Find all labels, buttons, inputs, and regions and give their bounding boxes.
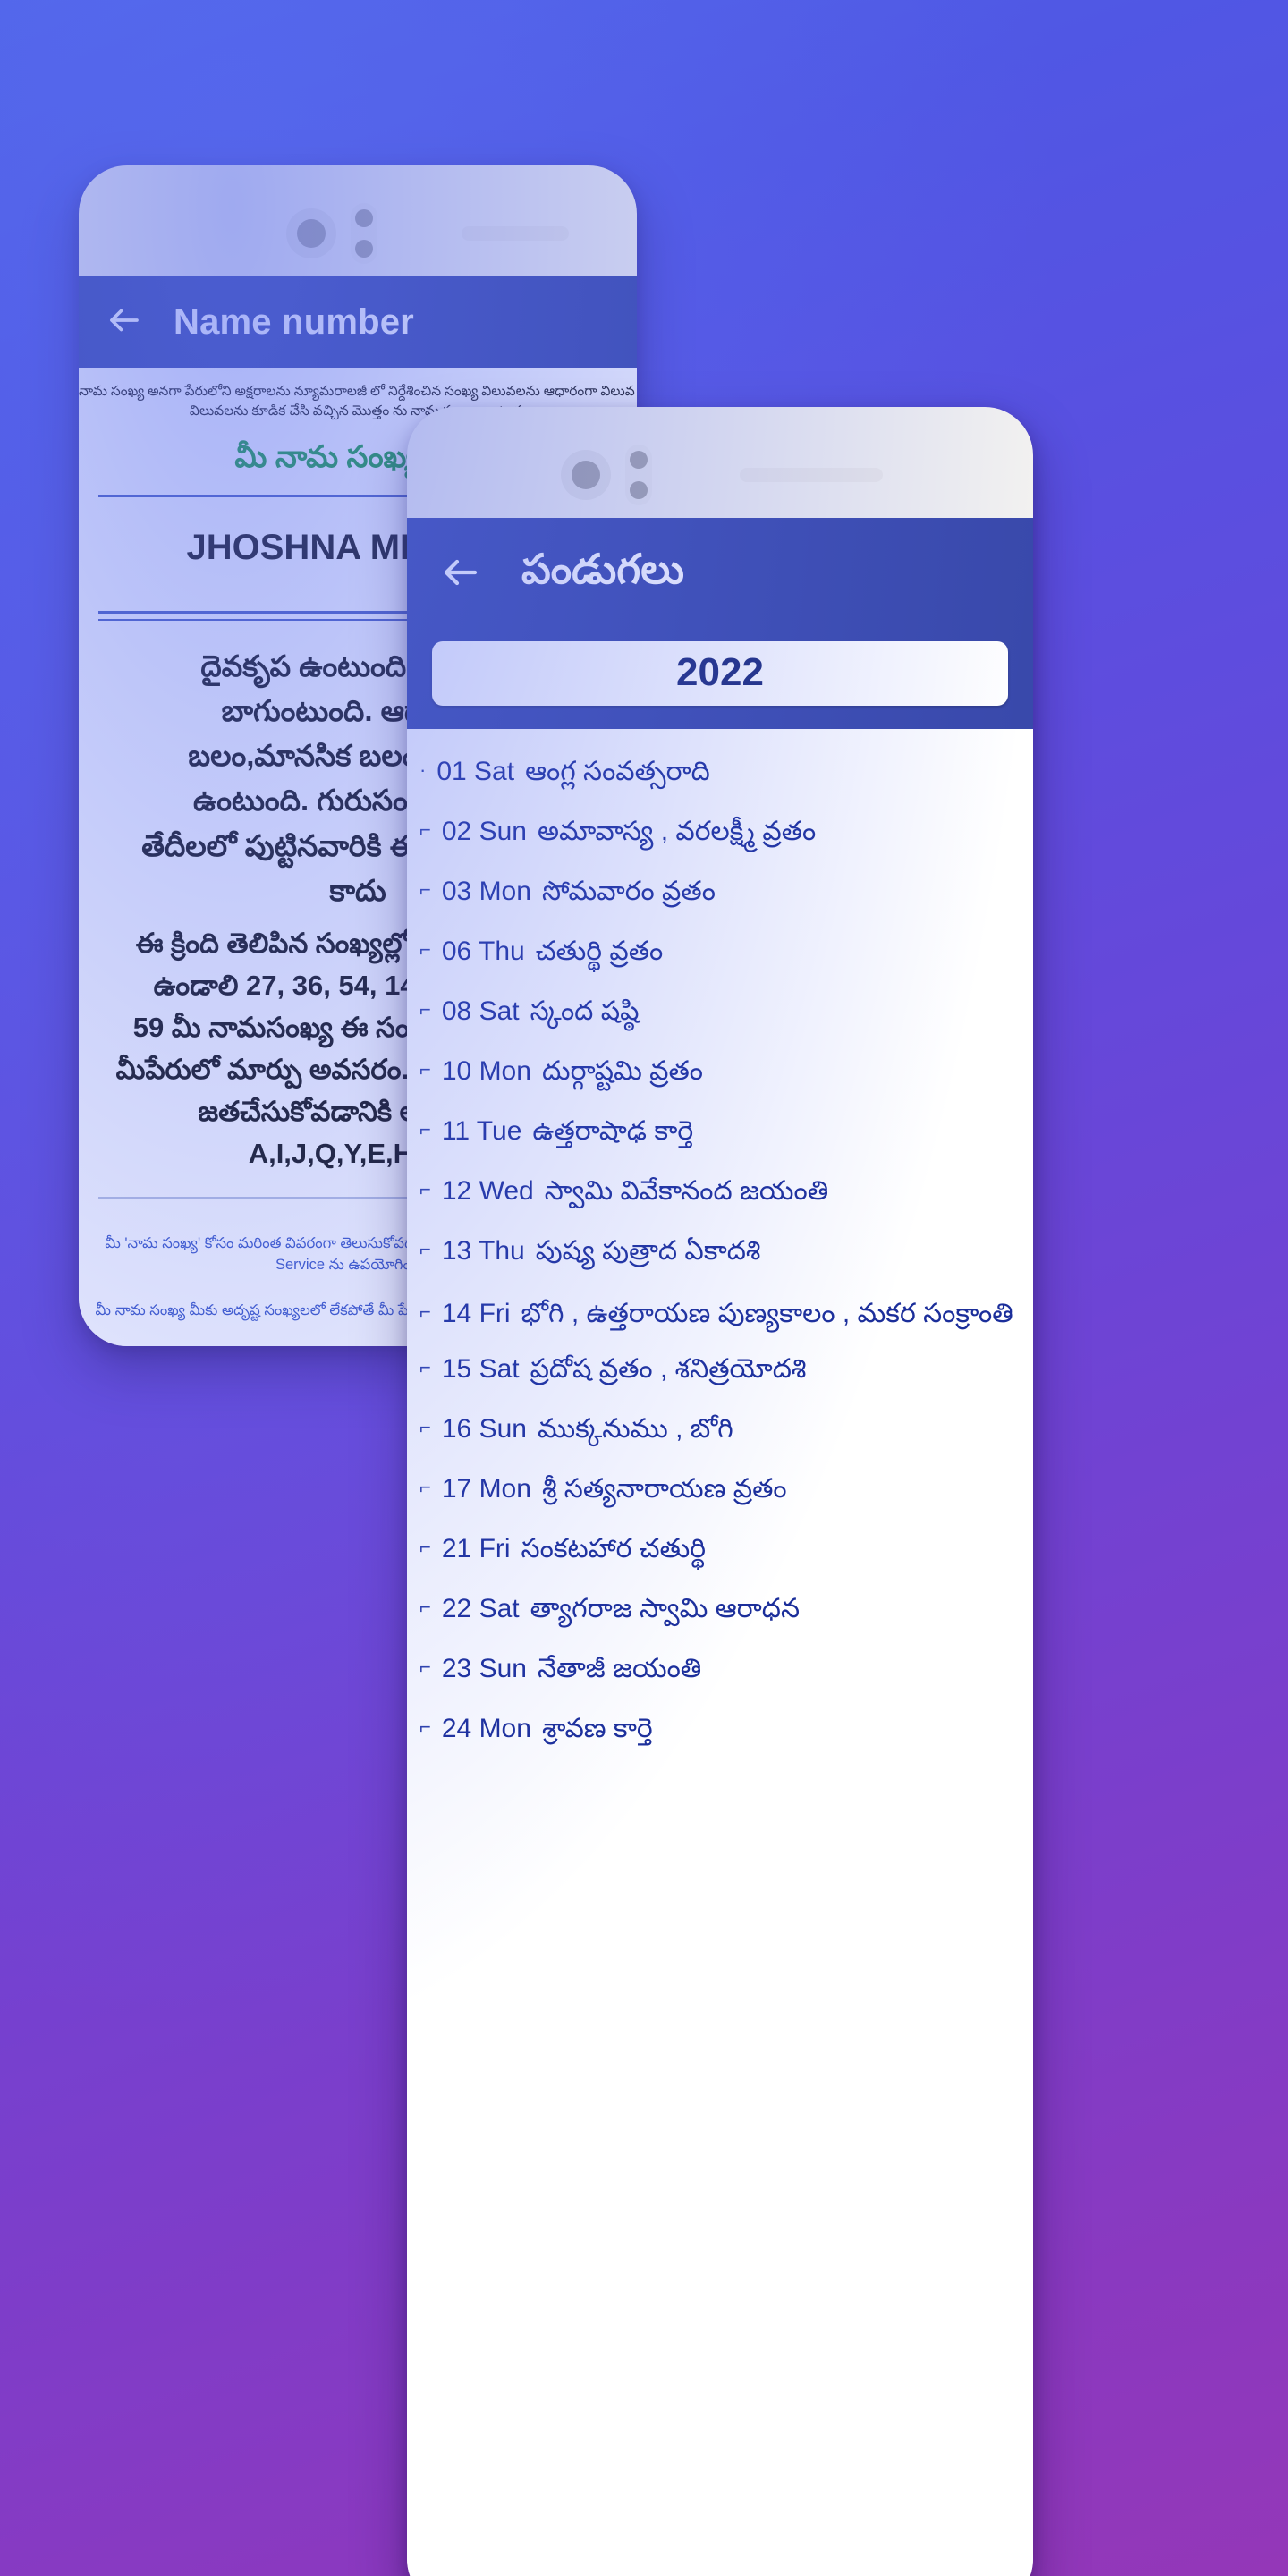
festival-bullet-icon: ⌐: [419, 1716, 431, 1738]
festival-row[interactable]: ⌐ 12 Wed స్వామి వివేకానంద జయంతి: [419, 1165, 1033, 1224]
phone1-appbar: Name number: [79, 276, 637, 368]
festival-date: 14 Fri: [441, 1299, 511, 1328]
festival-bullet-icon: ⌐: [419, 878, 431, 901]
festival-bullet-icon: ⌐: [419, 1238, 431, 1260]
festival-row[interactable]: ⌐ 23 Sun నేతాజీ జయంతి: [419, 1642, 1033, 1702]
festival-name: సోమవారం వ్రతం: [541, 877, 716, 906]
phone-mockup-festivals: పండుగలు 2022 · 01 Sat ఆంగ్ల సంవత్సరాది ⌐ 02 …: [407, 407, 1033, 2576]
festival-date: 24 Mon: [441, 1714, 531, 1743]
festival-date: 17 Mon: [441, 1474, 531, 1504]
phone2-screen: పండుగలు 2022 · 01 Sat ఆంగ్ల సంవత్సరాది ⌐ 02 …: [407, 518, 1033, 2576]
year-value[interactable]: 2022: [432, 641, 1008, 706]
festival-date: 10 Mon: [441, 1056, 531, 1086]
festival-row[interactable]: ⌐ 14 Fri భోగి , ఉత్తరాయణ పుణ్యకాలం , మకర స…: [419, 1284, 1033, 1343]
festival-row[interactable]: ⌐ 16 Sun ముక్కనుము , బోగి: [419, 1402, 1033, 1462]
festival-row[interactable]: ⌐ 22 Sat త్యాగరాజ స్వామి ఆరాధన: [419, 1582, 1033, 1642]
festival-bullet-icon: ⌐: [419, 1356, 431, 1378]
festival-name: చతుర్థి వ్రతం: [535, 936, 664, 966]
sensor-dots-icon: [351, 203, 377, 264]
phone1-bezel: [79, 165, 637, 276]
page-title: పండుగలు: [521, 546, 685, 592]
festival-bullet-icon: ⌐: [419, 1178, 431, 1200]
festival-bullet-icon: ⌐: [419, 818, 431, 841]
festival-row[interactable]: ⌐ 06 Thu చతుర్థి వ్రతం: [419, 925, 1033, 985]
festival-list[interactable]: · 01 Sat ఆంగ్ల సంవత్సరాది ⌐ 02 Sun అమావాస్య ,…: [407, 729, 1033, 1762]
festival-name: స్కంద షష్ఠి: [530, 996, 640, 1026]
festival-name: త్యాగరాజ స్వామి ఆరాధన: [530, 1594, 801, 1623]
promo-background: Name number నామ సంఖ్య అనగా పేరులోని అక్ష…: [0, 0, 1288, 2576]
festival-date: 02 Sun: [441, 817, 527, 846]
festival-date: 21 Fri: [441, 1534, 511, 1563]
festival-bullet-icon: ⌐: [419, 1118, 431, 1140]
festival-bullet-icon: ⌐: [419, 1058, 431, 1080]
festival-row[interactable]: ⌐ 03 Mon సోమవారం వ్రతం: [419, 865, 1033, 925]
earpiece-speaker: [740, 468, 883, 482]
festival-name: శ్రావణ కార్తె: [541, 1714, 653, 1743]
festival-row[interactable]: ⌐ 02 Sun అమావాస్య , వరలక్ష్మీ వ్రతం: [419, 805, 1033, 865]
festival-date: 23 Sun: [441, 1654, 527, 1683]
festival-date: 22 Sat: [441, 1594, 520, 1623]
festival-row[interactable]: ⌐ 11 Tue ఉత్తరాషాఢ కార్తె: [419, 1105, 1033, 1165]
festival-date: 01 Sat: [436, 757, 515, 786]
front-camera-icon: [286, 208, 336, 258]
festival-date: 16 Sun: [441, 1414, 527, 1444]
description-line-1: నామ సంఖ్య అనగా పేరులోని అక్షరాలను న్యూమర…: [79, 384, 637, 399]
festival-row[interactable]: ⌐ 24 Mon శ్రావణ కార్తె: [419, 1702, 1033, 1762]
festival-row[interactable]: ⌐ 10 Mon దుర్గాష్టమి వ్రతం: [419, 1045, 1033, 1105]
festival-date: 11 Tue: [441, 1116, 522, 1146]
festival-bullet-icon: ⌐: [419, 1596, 431, 1618]
sensor-dots-icon: [625, 445, 652, 505]
festival-name: సంకటహార చతుర్థి: [521, 1534, 707, 1563]
festival-date: 12 Wed: [441, 1176, 534, 1206]
page-title: Name number: [174, 301, 414, 342]
festival-name: పుష్య పుత్రాద ఏకాదశి: [535, 1236, 761, 1266]
front-camera-icon: [561, 450, 611, 500]
festival-name: ఆంగ్ల సంవత్సరాది: [525, 757, 710, 786]
phone2-appbar: పండుగలు: [407, 518, 1033, 631]
festival-date: 13 Thu: [441, 1236, 525, 1266]
festival-row[interactable]: · 01 Sat ఆంగ్ల సంవత్సరాది: [419, 745, 1033, 805]
festival-name: ముక్కనుము , బోగి: [537, 1414, 733, 1444]
festival-bullet-icon: ⌐: [419, 1656, 431, 1678]
festival-row[interactable]: ⌐ 08 Sat స్కంద షష్ఠి: [419, 985, 1033, 1045]
festival-date: 03 Mon: [441, 877, 531, 906]
festival-bullet-icon: ⌐: [419, 1536, 431, 1558]
phone2-bezel: [407, 407, 1033, 518]
festival-row[interactable]: ⌐ 15 Sat ప్రదోష వ్రతం , శనిత్రయోదశి: [419, 1343, 1033, 1402]
festival-bullet-icon: ⌐: [419, 1416, 431, 1438]
year-selector-bar: 2022: [407, 631, 1033, 729]
back-arrow-icon[interactable]: [106, 301, 143, 343]
festival-date: 08 Sat: [441, 996, 520, 1026]
festival-name: అమావాస్య , వరలక్ష్మీ వ్రతం: [537, 817, 817, 846]
festival-bullet-icon: ⌐: [419, 938, 431, 961]
festival-date: 15 Sat: [441, 1354, 520, 1384]
festival-bullet-icon: ⌐: [419, 998, 431, 1021]
festival-row[interactable]: ⌐ 21 Fri సంకటహార చతుర్థి: [419, 1522, 1033, 1582]
festival-name: స్వామి వివేకానంద జయంతి: [544, 1176, 829, 1206]
festival-row[interactable]: ⌐ 13 Thu పుష్య పుత్రాద ఏకాదశి: [419, 1224, 1033, 1284]
festival-bullet-icon: ⌐: [419, 1301, 431, 1323]
festival-date: 06 Thu: [441, 936, 525, 966]
festival-name: శ్రీ సత్యనారాయణ వ్రతం: [541, 1474, 787, 1504]
festival-name: నేతాజీ జయంతి: [537, 1654, 702, 1683]
festival-name: ఉత్తరాషాఢ కార్తె: [532, 1116, 694, 1146]
festival-bullet-icon: ⌐: [419, 1476, 431, 1498]
festival-bullet-icon: ·: [419, 758, 427, 781]
festival-name: దుర్గాష్టమి వ్రతం: [541, 1056, 704, 1086]
festival-name: భోగి , ఉత్తరాయణ పుణ్యకాలం , మకర సంక్రాంత…: [521, 1299, 1013, 1328]
festival-name: ప్రదోష వ్రతం , శనిత్రయోదశి: [530, 1354, 807, 1384]
back-arrow-icon[interactable]: [439, 551, 482, 598]
earpiece-speaker: [462, 226, 569, 241]
festival-row[interactable]: ⌐ 17 Mon శ్రీ సత్యనారాయణ వ్రతం: [419, 1462, 1033, 1522]
